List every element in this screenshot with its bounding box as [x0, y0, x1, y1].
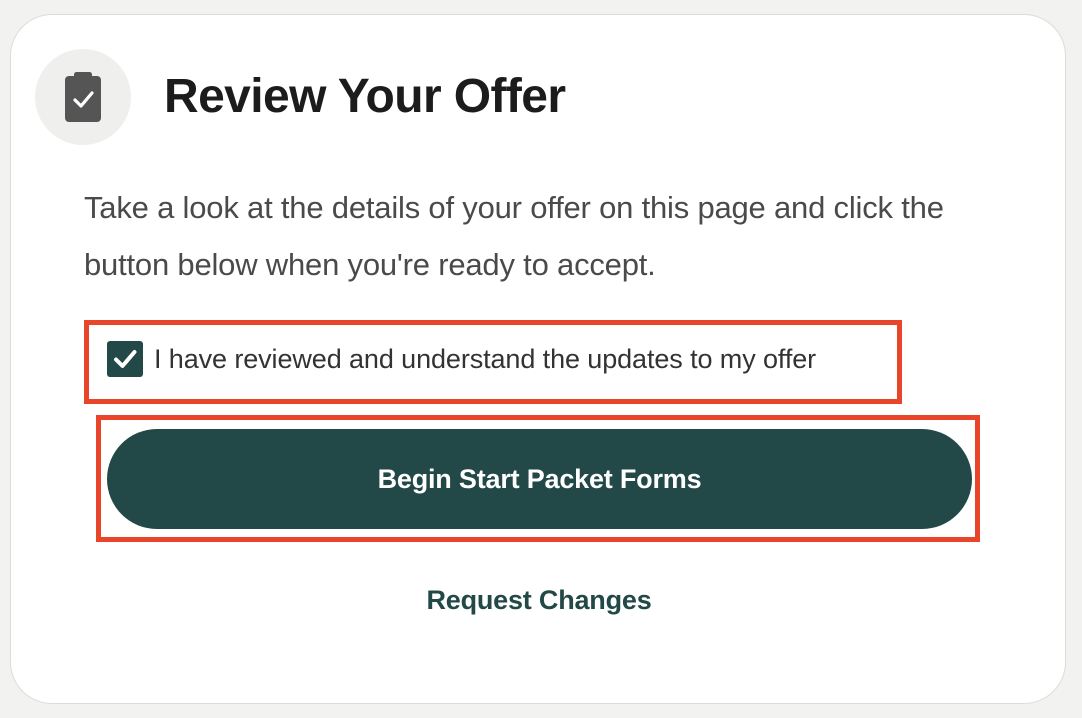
- page-title: Review Your Offer: [164, 70, 566, 123]
- acknowledgement-label: I have reviewed and understand the updat…: [154, 343, 817, 374]
- clipboard-check-icon: [35, 49, 131, 145]
- acknowledgement-checkbox-row[interactable]: I have reviewed and understand the updat…: [107, 339, 816, 379]
- offer-description: Take a look at the details of your offer…: [84, 190, 944, 282]
- clipboard-check-icon-graphic: [65, 72, 101, 122]
- acknowledgement-checkbox[interactable]: [107, 341, 143, 377]
- request-changes-link[interactable]: Request Changes: [11, 585, 1067, 616]
- begin-start-packet-forms-button[interactable]: Begin Start Packet Forms: [107, 429, 972, 529]
- review-offer-card: Review Your Offer Take a look at the det…: [10, 14, 1066, 704]
- checkmark-icon: [114, 350, 137, 368]
